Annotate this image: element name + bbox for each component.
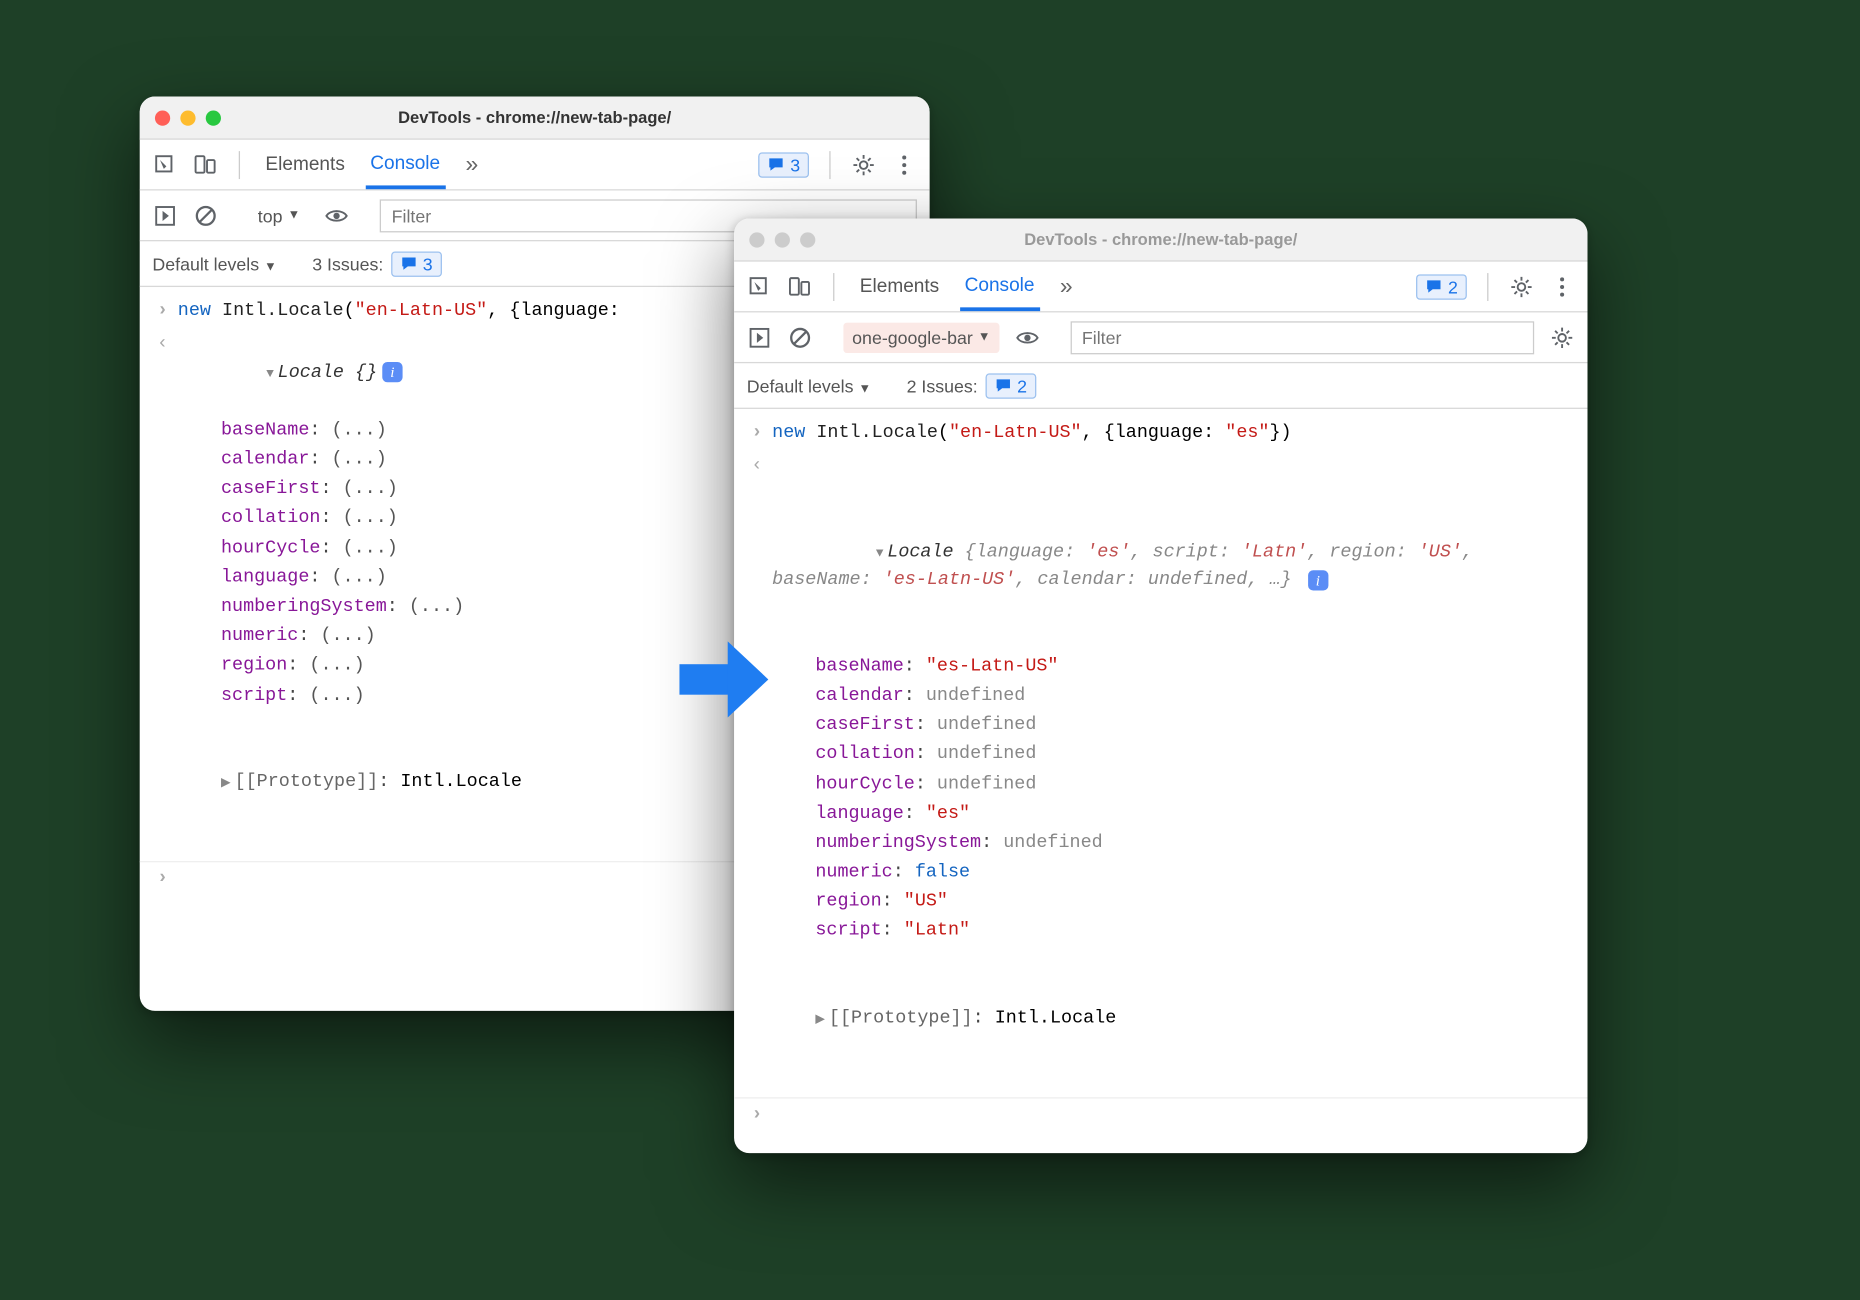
property-row[interactable]: script: "Latn" [815, 917, 1577, 946]
console-messages: › new Intl.Locale("en-Latn-US", {languag… [734, 409, 1587, 1132]
tab-elements[interactable]: Elements [855, 264, 945, 308]
tab-more-icon[interactable]: » [460, 140, 483, 190]
tab-console[interactable]: Console [365, 140, 445, 188]
sidebar-toggle-icon[interactable] [747, 324, 772, 349]
issues-badge[interactable]: 3 [758, 152, 809, 177]
minimize-icon[interactable] [180, 110, 195, 125]
tab-console[interactable]: Console [960, 262, 1040, 310]
gear-icon[interactable] [851, 152, 876, 177]
property-row[interactable]: numberingSystem: undefined [815, 829, 1577, 858]
property-row[interactable]: language: "es" [815, 800, 1577, 829]
console-toolbar: one-google-bar ▼ [734, 312, 1587, 363]
devtools-window-right: DevTools - chrome://new-tab-page/ Elemen… [734, 218, 1587, 1153]
live-expression-icon[interactable] [1015, 324, 1040, 349]
property-row[interactable]: region: "US" [815, 888, 1577, 917]
tab-elements[interactable]: Elements [260, 142, 350, 186]
info-icon[interactable]: i [382, 362, 402, 382]
close-icon[interactable] [749, 232, 764, 247]
live-expression-icon[interactable] [324, 203, 349, 228]
arrow-icon [679, 641, 768, 717]
console-subbar: Default levels ▼ 2 Issues: 2 [734, 363, 1587, 409]
issues-badge[interactable]: 2 [1416, 274, 1467, 299]
levels-selector[interactable]: Default levels ▼ [747, 375, 871, 395]
property-row[interactable]: hourCycle: undefined [815, 770, 1577, 799]
zoom-icon[interactable] [800, 232, 815, 247]
clear-icon[interactable] [193, 203, 218, 228]
filter-input[interactable] [1070, 321, 1534, 354]
zoom-icon[interactable] [206, 110, 221, 125]
expand-caret-icon[interactable] [266, 363, 274, 383]
minimize-icon[interactable] [775, 232, 790, 247]
levels-selector[interactable]: Default levels ▼ [152, 253, 276, 273]
console-input-echo: new Intl.Locale("en-Latn-US", {language:… [767, 419, 1577, 448]
prompt-icon[interactable]: › [747, 1101, 767, 1130]
device-icon[interactable] [787, 274, 812, 299]
expand-caret-icon[interactable] [815, 1008, 825, 1028]
issues-link[interactable]: 3 Issues: 3 [312, 251, 441, 276]
prompt-icon: › [152, 297, 172, 326]
context-selector[interactable]: top ▼ [249, 200, 309, 230]
issues-link[interactable]: 2 Issues: 2 [907, 373, 1036, 398]
clear-icon[interactable] [787, 324, 812, 349]
expand-caret-icon[interactable] [876, 542, 884, 562]
property-row[interactable]: caseFirst: undefined [815, 711, 1577, 740]
prompt-icon: › [747, 419, 767, 448]
gear-icon[interactable] [1549, 324, 1574, 349]
context-selector[interactable]: one-google-bar ▼ [843, 322, 999, 352]
close-icon[interactable] [155, 110, 170, 125]
gear-icon[interactable] [1509, 274, 1534, 299]
property-row[interactable]: numeric: false [815, 859, 1577, 888]
panel-tabbar: Elements Console » 2 [734, 262, 1587, 313]
expand-caret-icon[interactable] [221, 772, 231, 792]
property-row[interactable]: collation: undefined [815, 741, 1577, 770]
titlebar: DevTools - chrome://new-tab-page/ [140, 97, 930, 140]
window-title: DevTools - chrome://new-tab-page/ [734, 230, 1587, 249]
kebab-icon[interactable] [892, 152, 917, 177]
inspect-icon[interactable] [152, 152, 177, 177]
return-icon: ‹ [747, 453, 767, 1090]
inspect-icon[interactable] [747, 274, 772, 299]
property-row[interactable]: baseName: "es-Latn-US" [815, 652, 1577, 681]
property-row[interactable]: calendar: undefined [815, 682, 1577, 711]
return-icon: ‹ [152, 331, 172, 854]
tab-more-icon[interactable]: » [1055, 262, 1078, 312]
window-title: DevTools - chrome://new-tab-page/ [140, 108, 930, 127]
titlebar: DevTools - chrome://new-tab-page/ [734, 218, 1587, 261]
panel-tabbar: Elements Console » 3 [140, 140, 930, 191]
prompt-icon[interactable]: › [152, 865, 172, 894]
result-object[interactable]: Locale {language: 'es', script: 'Latn', … [767, 453, 1577, 1090]
info-icon[interactable]: i [1308, 570, 1328, 590]
sidebar-toggle-icon[interactable] [152, 203, 177, 228]
device-icon[interactable] [193, 152, 218, 177]
kebab-icon[interactable] [1549, 274, 1574, 299]
